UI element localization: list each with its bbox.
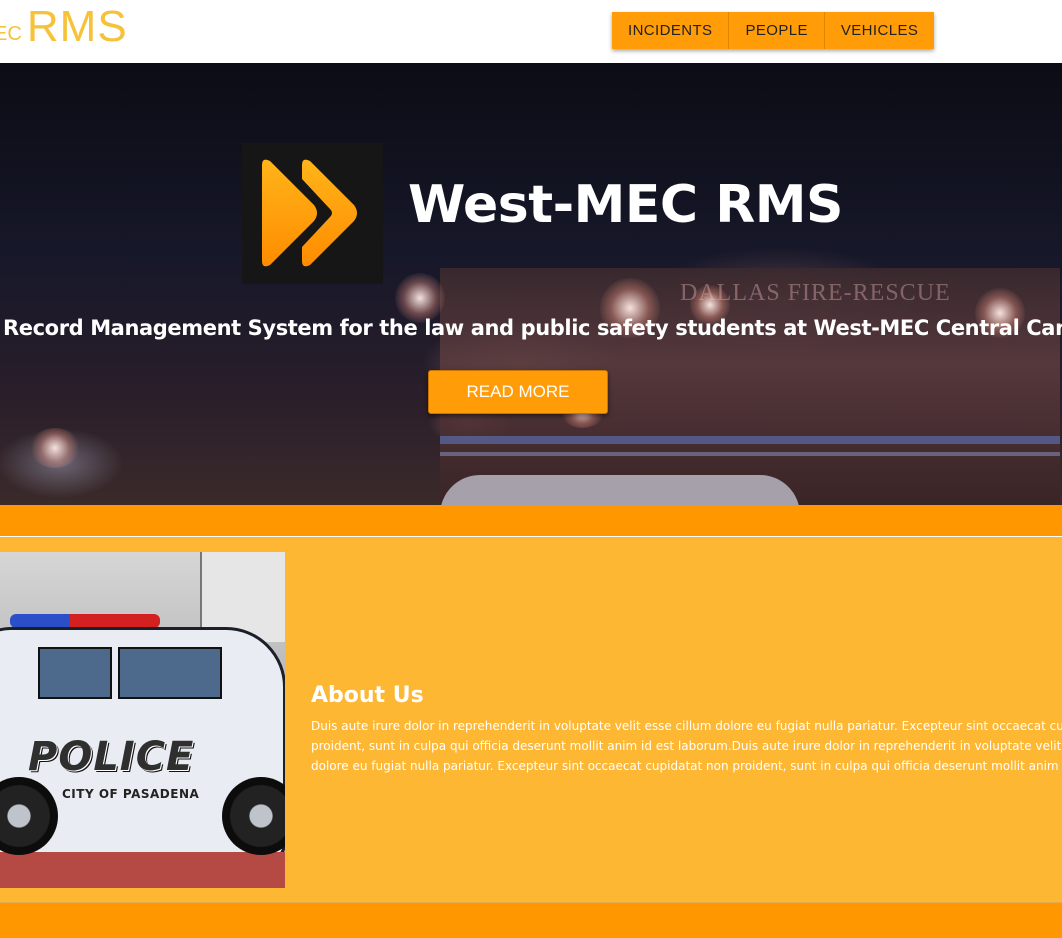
hero-subtitle: Record Management System for the law and…: [3, 316, 1062, 340]
about-text-line: Duis aute irure dolor in reprehenderit i…: [311, 719, 1062, 733]
about-section: POLICE CITY OF PASADENA About Us Duis au…: [0, 537, 1062, 902]
truck-stripe: [440, 436, 1060, 444]
image-lightbar: [10, 614, 160, 628]
read-more-button[interactable]: READ MORE: [428, 370, 608, 414]
double-chevron-icon: [262, 159, 357, 267]
nav-incidents[interactable]: INCIDENTS: [612, 12, 730, 49]
orange-band-bottom: [0, 902, 1062, 938]
logo-text: RMS: [26, 2, 128, 51]
about-text-line: proident, sunt in culpa qui officia dese…: [311, 739, 1062, 753]
hero-banner: DALLAS FIRE-RESCUE West-MEC RMS Record M…: [0, 63, 1062, 505]
orange-band-top: [0, 505, 1062, 536]
hero-light: [30, 428, 80, 468]
about-text-line: dolore eu fugiat nulla pariatur. Excepte…: [311, 759, 1062, 773]
top-header: EC RMS INCIDENTS PEOPLE VEHICLES: [0, 0, 1062, 63]
truck-stripe-secondary: [440, 452, 1060, 456]
hero-car-roof: [440, 475, 800, 505]
hero-title: West-MEC RMS: [408, 175, 843, 235]
hero-logo-tile: [242, 143, 383, 284]
nav-people[interactable]: PEOPLE: [729, 12, 825, 49]
about-text: Duis aute irure dolor in reprehenderit i…: [311, 716, 1062, 776]
image-police-lettering: POLICE: [28, 734, 195, 780]
main-nav: INCIDENTS PEOPLE VEHICLES: [612, 12, 935, 49]
about-title: About Us: [311, 683, 424, 708]
image-ground: [0, 852, 285, 888]
image-city-lettering: CITY OF PASADENA: [62, 787, 200, 801]
police-car-image: POLICE CITY OF PASADENA: [0, 552, 285, 888]
site-logo[interactable]: EC RMS: [0, 2, 128, 60]
logo-prefix: EC: [0, 23, 22, 45]
nav-vehicles[interactable]: VEHICLES: [825, 12, 934, 49]
image-car-window: [118, 647, 222, 699]
image-car-window: [38, 647, 112, 699]
